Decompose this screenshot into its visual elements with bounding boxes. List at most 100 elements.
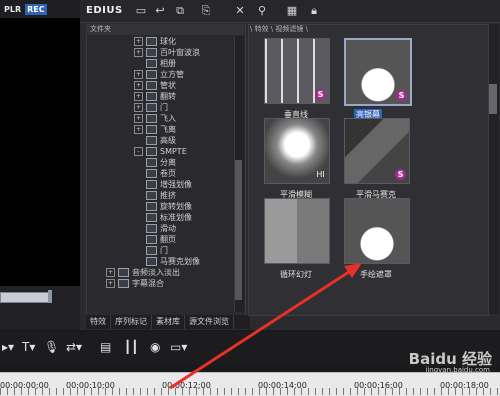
copy-icon[interactable]: ⧉ <box>172 3 188 19</box>
folder-icon <box>146 136 157 145</box>
mic-icon[interactable]: 🎙︎ <box>44 340 59 354</box>
tree-item[interactable]: 翻页 <box>146 234 176 245</box>
tree-item-label: 推挤 <box>160 191 176 200</box>
tree-item[interactable]: 滑动 <box>146 223 176 234</box>
effect-label[interactable]: 循环幻灯 <box>251 269 341 280</box>
plr-tab[interactable]: PLR <box>2 4 23 15</box>
expand-toggle-icon[interactable]: + <box>134 92 143 101</box>
tree-item[interactable]: + 字幕混合 <box>106 278 164 289</box>
color-icon[interactable]: ◉ <box>150 340 160 354</box>
effect-thumbnail[interactable]: HI <box>264 118 330 184</box>
tree-item[interactable]: + 立方管 <box>134 69 184 80</box>
expand-toggle-icon[interactable]: + <box>134 103 143 112</box>
expand-toggle-icon[interactable]: + <box>134 48 143 57</box>
mixer-icon[interactable]: ┃┃ <box>124 340 138 354</box>
layout-icon[interactable]: ▭▾ <box>170 340 187 354</box>
tree-item[interactable]: + 飞离 <box>134 124 176 135</box>
tree-item-label: 增强划像 <box>160 180 192 189</box>
tree-item[interactable]: + 球化 <box>134 36 176 47</box>
tree-item-label: 标准划像 <box>160 213 192 222</box>
tree-item[interactable]: 分离 <box>146 157 176 168</box>
delete-icon[interactable]: ✕ <box>232 3 248 19</box>
tab-bin[interactable]: 素材库 <box>152 315 185 329</box>
slider-thumb[interactable] <box>48 290 52 303</box>
tree-item[interactable]: - SMPTE <box>134 146 187 157</box>
player-position-slider[interactable] <box>0 292 50 303</box>
tree-item-label: 飞离 <box>160 125 176 134</box>
effect-thumbnail[interactable]: S <box>344 38 412 106</box>
effect-badge: S <box>395 169 406 180</box>
lock-icon[interactable]: 🔒︎ <box>306 3 322 19</box>
expand-toggle-icon[interactable]: - <box>134 147 143 156</box>
tree-item[interactable]: 马赛克划像 <box>146 256 200 267</box>
expand-toggle-icon[interactable]: + <box>134 70 143 79</box>
effect-label[interactable]: 手绘遮罩 <box>331 269 421 280</box>
rec-tab[interactable]: REC <box>25 3 47 15</box>
tree-item[interactable]: + 百叶窗波浪 <box>134 47 200 58</box>
tree-item[interactable]: + 翻转 <box>134 91 176 102</box>
app-title: EDIUS <box>86 5 123 16</box>
tree-item[interactable]: 门 <box>146 245 168 256</box>
tree-item[interactable]: 高级 <box>146 135 176 146</box>
find-icon[interactable]: ⚲ <box>254 3 270 19</box>
tree-item-label: 相册 <box>160 59 176 68</box>
tree-item[interactable]: 推挤 <box>146 190 176 201</box>
tree-item[interactable]: + 门 <box>134 102 168 113</box>
expand-toggle-icon[interactable]: + <box>134 114 143 123</box>
effect-thumbnail[interactable] <box>264 198 330 264</box>
bottom-tabs: 特效 序列标记 素材库 源文件浏览 <box>86 315 250 329</box>
tree-item-label: 滑动 <box>160 224 176 233</box>
tree-item[interactable]: + 管状 <box>134 80 176 91</box>
expand-toggle-icon[interactable]: + <box>106 268 115 277</box>
title-icon[interactable]: T▾ <box>22 340 35 354</box>
tree-item-label: 旋转划像 <box>160 202 192 211</box>
tab-effects[interactable]: 特效 <box>86 315 111 329</box>
expand-toggle-icon[interactable]: + <box>134 125 143 134</box>
tree-item[interactable]: + 音频淡入淡出 <box>106 267 180 278</box>
tool-dropdown-icon[interactable]: ▸▾ <box>2 340 14 354</box>
folder-icon <box>146 169 157 178</box>
tree-item[interactable]: 标准划像 <box>146 212 192 223</box>
tree-item-label: 球化 <box>160 37 176 46</box>
tree-item-label: 管状 <box>160 81 176 90</box>
folder-icon <box>146 114 157 123</box>
view-icon[interactable]: ▦ <box>284 3 300 19</box>
tree-item[interactable]: 增强划像 <box>146 179 192 190</box>
folder-icon <box>146 246 157 255</box>
tree-item-label: 音频淡入淡出 <box>132 268 180 277</box>
expand-toggle-icon[interactable]: + <box>134 81 143 90</box>
effect-badge: S <box>396 90 407 101</box>
tree-item-label: 卷页 <box>160 169 176 178</box>
tree-item-label: 翻转 <box>160 92 176 101</box>
folder-icon <box>146 235 157 244</box>
return-icon[interactable]: ↩ <box>152 3 168 19</box>
effect-thumbnail[interactable] <box>344 198 410 264</box>
tab-sequence-markers[interactable]: 序列标记 <box>111 315 152 329</box>
ruler-marks <box>0 388 500 395</box>
tree-item[interactable]: + 飞入 <box>134 113 176 124</box>
folder-icon <box>146 147 157 156</box>
tree-scroll-thumb[interactable] <box>235 160 242 300</box>
sync-icon[interactable]: ⇄▾ <box>66 340 82 354</box>
folder-icon <box>146 191 157 200</box>
effect-thumbnail[interactable]: S <box>264 38 330 104</box>
effect-thumbnail[interactable]: S <box>344 118 410 184</box>
tree-item[interactable]: 卷页 <box>146 168 176 179</box>
expand-toggle-icon[interactable]: + <box>134 37 143 46</box>
tree-item-label: 百叶窗波浪 <box>160 48 200 57</box>
grid-icon[interactable]: ▤ <box>100 340 111 354</box>
tree-item[interactable]: 旋转划像 <box>146 201 192 212</box>
folder-icon <box>146 48 157 57</box>
folder-icon <box>146 81 157 90</box>
tree-item[interactable]: 相册 <box>146 58 176 69</box>
expand-toggle-icon[interactable]: + <box>106 279 115 288</box>
effects-scroll-thumb[interactable] <box>489 84 497 114</box>
folder-icon[interactable]: ▭ <box>133 3 149 19</box>
tab-source-browser[interactable]: 源文件浏览 <box>185 315 234 329</box>
tree-item-label: 字幕混合 <box>132 279 164 288</box>
folder-icon <box>118 268 129 277</box>
effects-path: \ 特效 \ 视频滤镜 \ <box>250 25 308 33</box>
effects-scrollbar[interactable] <box>488 24 499 314</box>
paste-icon[interactable]: ⎘ <box>198 3 214 19</box>
tree-item-label: 马赛克划像 <box>160 257 200 266</box>
